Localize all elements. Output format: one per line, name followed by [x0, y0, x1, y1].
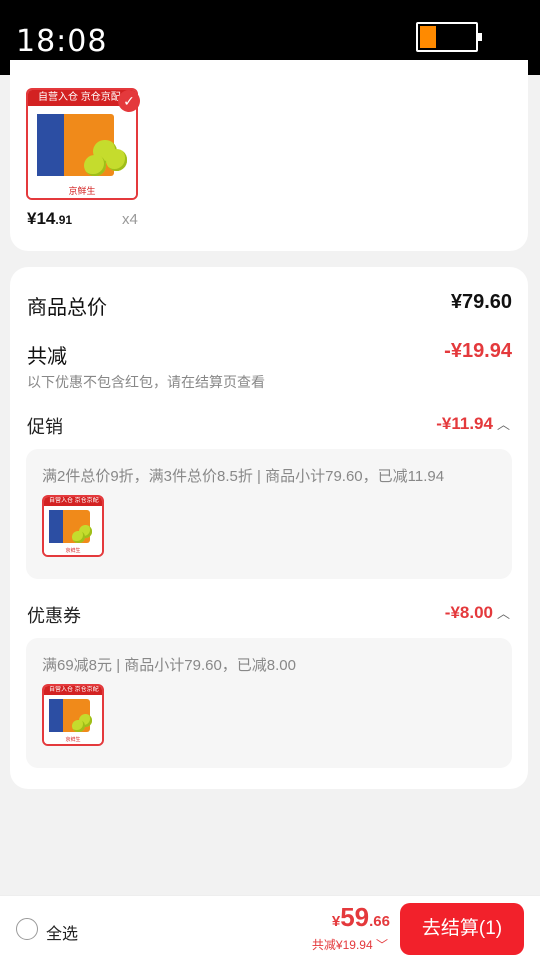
total-value: ¥79.60 [450, 291, 512, 313]
cart-item-card: 自营入仓 京仓京配 京鲜生 ✓ ¥14.91 x4 [10, 60, 528, 251]
fruit [105, 149, 128, 171]
total-label: 商品总价 [27, 297, 107, 319]
battery-level [420, 26, 437, 48]
item-quantity: x4 [122, 211, 138, 228]
status-time: 18:08 [16, 24, 108, 59]
product-image-brand: 京鲜生 [28, 183, 136, 198]
battery-cap [478, 33, 482, 41]
price-int: 14 [36, 209, 56, 228]
item-price: ¥14.91 [27, 209, 72, 229]
battery-icon [416, 22, 482, 52]
chevron-up-icon: ︿ [496, 606, 510, 621]
coupon-desc: 满69减8元 | 商品小计79.60，已减8.00 [42, 657, 296, 674]
checkout-bar: 全选 ¥59.66 共减¥19.94 ﹀ 去结算(1) [0, 895, 540, 961]
total-price: ¥59.66 [332, 902, 390, 933]
price-dec: .91 [55, 213, 73, 227]
thumb-brand: 京鲜生 [44, 547, 102, 555]
fruit [71, 719, 85, 733]
promo-desc: 满2件总价9折，满3件总价8.5折 | 商品小计79.60，已减11.94 [42, 468, 445, 485]
coupon-toggle[interactable]: -¥8.00 ︿ [445, 603, 510, 623]
selected-check-icon[interactable]: ✓ [118, 90, 140, 112]
fruit [84, 154, 106, 177]
discount-value: -¥19.94 [444, 340, 512, 362]
saved-amount: 共减¥19.94 [311, 938, 373, 952]
thumb-badge: 自营入仓 京仓京配 [44, 497, 102, 506]
promo-label: 促销 [27, 417, 63, 437]
promo-toggle[interactable]: -¥11.94 ︿ [436, 414, 510, 434]
thumb-brand: 京鲜生 [44, 736, 102, 744]
select-all-label[interactable]: 全选 [46, 920, 78, 944]
chevron-down-icon: ﹀ [375, 938, 388, 952]
coupon-product-image[interactable]: 自营入仓 京仓京配 京鲜生 [42, 684, 104, 746]
price-summary-card: 商品总价 ¥79.60 共减 -¥19.94 以下优惠不包含红包，请在结算页查看… [10, 267, 528, 789]
thumb-badge: 自营入仓 京仓京配 [44, 686, 102, 695]
total-price-dec: .66 [369, 913, 390, 930]
promo-detail: 满2件总价9折，满3件总价8.5折 | 商品小计79.60，已减11.94 自营… [26, 449, 512, 579]
discount-note: 以下优惠不包含红包，请在结算页查看 [27, 374, 265, 390]
chevron-up-icon: ︿ [496, 417, 510, 432]
checkout-button[interactable]: 去结算(1) [400, 903, 524, 955]
discount-label: 共减 [27, 346, 67, 368]
saved-detail-toggle[interactable]: 共减¥19.94 ﹀ [312, 936, 388, 953]
select-all-radio[interactable] [16, 918, 38, 940]
coupon-label: 优惠券 [27, 606, 81, 626]
coupon-value: -¥8.00 [444, 603, 493, 622]
promo-value: -¥11.94 [436, 414, 493, 433]
total-price-symbol: ¥ [331, 913, 341, 930]
total-price-int: 59 [340, 902, 370, 932]
coupon-detail: 满69减8元 | 商品小计79.60，已减8.00 自营入仓 京仓京配 京鲜生 [26, 638, 512, 768]
promo-product-image[interactable]: 自营入仓 京仓京配 京鲜生 [42, 495, 104, 557]
fruit [71, 530, 85, 544]
